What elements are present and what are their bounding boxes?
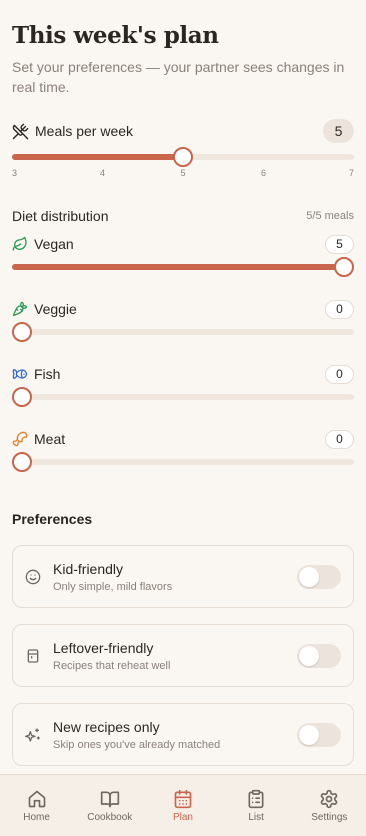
utensils-crossed-icon xyxy=(12,123,29,139)
diet-item-vegan: Vegan 5 xyxy=(12,234,354,278)
slider-track xyxy=(12,459,354,465)
preference-card-new-recipes-only[interactable]: New recipes only Skip ones you've alread… xyxy=(12,703,354,766)
preference-description: Skip ones you've already matched xyxy=(53,738,221,751)
bottom-nav: Home Cookbook Plan List Settings xyxy=(0,774,366,836)
nav-label: List xyxy=(248,811,264,823)
carrot-icon xyxy=(12,301,28,317)
meals-per-week-label: Meals per week xyxy=(35,123,134,139)
meals-slider-ticks: 3 4 5 6 7 xyxy=(12,168,354,184)
slider-tick-label: 7 xyxy=(348,168,354,178)
nav-cookbook[interactable]: Cookbook xyxy=(80,789,140,823)
preference-card-leftover-friendly[interactable]: Leftover-friendly Recipes that reheat we… xyxy=(12,624,354,687)
toggle-knob xyxy=(299,724,319,745)
slider-tick-label: 4 xyxy=(99,168,106,178)
leftover-friendly-toggle[interactable] xyxy=(297,643,341,668)
clipboard-list-icon xyxy=(248,789,264,808)
nav-label: Home xyxy=(23,811,50,823)
slider-fill xyxy=(12,154,183,160)
nav-label: Settings xyxy=(311,811,348,823)
diet-value: 5 xyxy=(325,234,354,254)
page-title: This week's plan xyxy=(12,22,219,49)
nav-label: Plan xyxy=(172,811,193,823)
slider-thumb[interactable] xyxy=(12,452,32,472)
smile-icon xyxy=(25,569,41,584)
diet-label: Veggie xyxy=(34,301,77,317)
slider-fill xyxy=(12,264,344,270)
fish-slider[interactable] xyxy=(12,386,354,408)
preferences-heading: Preferences xyxy=(12,511,93,527)
fish-icon xyxy=(12,369,28,379)
sparkles-icon xyxy=(25,727,40,742)
diet-value: 0 xyxy=(325,429,354,449)
diet-distribution-header: Diet distribution 5/5 meals xyxy=(12,206,354,226)
diet-item-meat: Meat 0 xyxy=(12,429,354,473)
preference-title: Leftover-friendly xyxy=(53,639,154,656)
nav-settings[interactable]: Settings xyxy=(299,789,359,823)
diet-value: 0 xyxy=(325,299,354,319)
slider-thumb[interactable] xyxy=(12,387,32,407)
slider-track xyxy=(12,394,354,400)
calendar-icon xyxy=(174,789,192,808)
preference-description: Recipes that reheat well xyxy=(53,659,171,672)
gear-icon xyxy=(321,789,338,808)
home-icon xyxy=(28,790,45,807)
plan-page: This week's plan Set your preferences — … xyxy=(0,0,366,766)
preference-title: Kid-friendly xyxy=(53,560,124,577)
preference-card-kid-friendly[interactable]: Kid-friendly Only simple, mild flavors xyxy=(12,545,354,608)
nav-list[interactable]: List xyxy=(226,789,286,823)
drumstick-icon xyxy=(12,431,28,447)
leaf-icon xyxy=(12,236,27,251)
diet-label: Vegan xyxy=(34,236,74,252)
diet-item-veggie: Veggie 0 xyxy=(12,299,354,343)
slider-tick-label: 5 xyxy=(180,168,186,178)
meals-per-week-row: Meals per week 5 xyxy=(12,119,354,143)
nav-plan[interactable]: Plan xyxy=(153,789,213,823)
slider-thumb[interactable] xyxy=(173,147,193,167)
veggie-slider[interactable] xyxy=(12,321,354,343)
diet-distribution-title: Diet distribution xyxy=(12,208,109,224)
vegan-slider[interactable] xyxy=(12,256,354,278)
toggle-knob xyxy=(299,566,319,587)
slider-track xyxy=(12,329,354,335)
diet-label: Fish xyxy=(34,366,61,382)
meals-per-week-slider[interactable] xyxy=(12,147,354,167)
slider-thumb[interactable] xyxy=(12,322,32,342)
slider-tick-label: 6 xyxy=(260,168,267,178)
container-icon xyxy=(27,648,39,663)
toggle-knob xyxy=(299,645,319,666)
meat-slider[interactable] xyxy=(12,451,354,473)
book-icon xyxy=(100,791,119,807)
diet-distribution-count: 5/5 meals xyxy=(306,210,354,222)
kid-friendly-toggle[interactable] xyxy=(297,564,341,589)
preference-title: New recipes only xyxy=(53,718,160,735)
nav-home[interactable]: Home xyxy=(7,789,67,823)
slider-thumb[interactable] xyxy=(334,257,354,277)
diet-item-fish: Fish 0 xyxy=(12,364,354,408)
new-recipes-only-toggle[interactable] xyxy=(297,722,341,747)
slider-tick-label: 3 xyxy=(12,168,18,178)
diet-value: 0 xyxy=(325,364,354,384)
diet-list: Vegan 5 Veggie 0 Fish 0 Meat 0 xyxy=(12,234,354,473)
page-subtitle: Set your preferences — your partner sees… xyxy=(12,59,345,95)
diet-label: Meat xyxy=(34,431,66,447)
meals-per-week-value: 5 xyxy=(323,119,354,143)
nav-label: Cookbook xyxy=(87,811,133,823)
preference-description: Only simple, mild flavors xyxy=(53,580,173,593)
